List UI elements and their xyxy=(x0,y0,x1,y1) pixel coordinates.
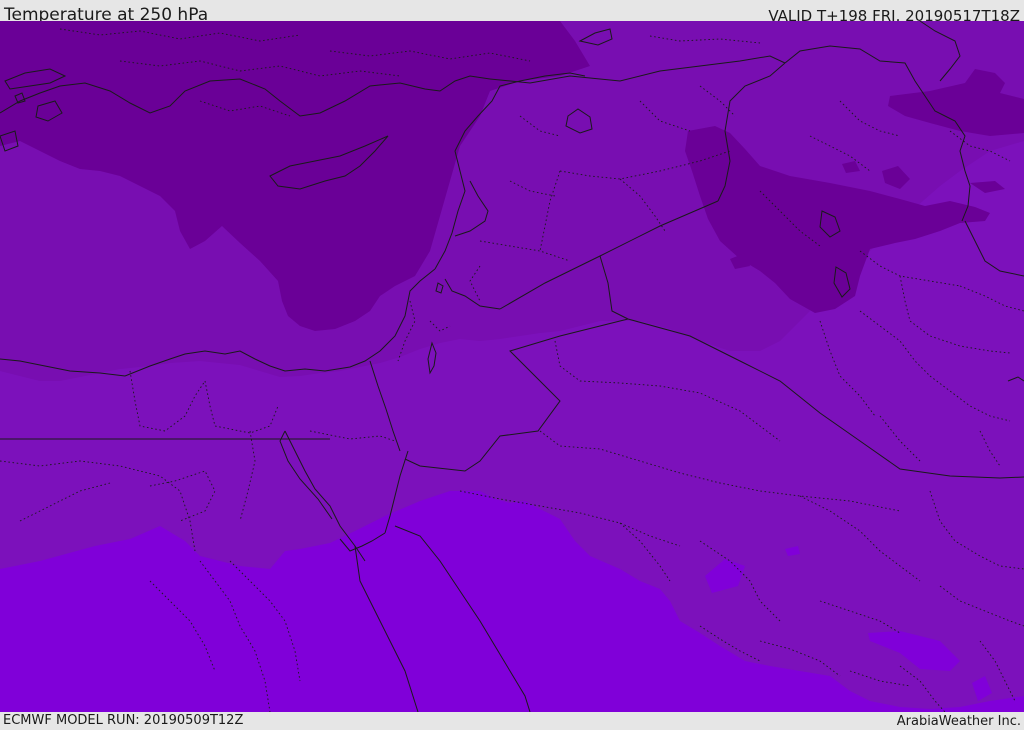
footer-bar: ECMWF MODEL RUN: 20190509T12Z ArabiaWeat… xyxy=(0,712,1024,729)
map-canvas xyxy=(0,21,1024,712)
weather-map[interactable] xyxy=(0,21,1024,712)
credit: ArabiaWeather Inc. xyxy=(896,714,1021,729)
model-run: ECMWF MODEL RUN: 20190509T12Z xyxy=(3,713,244,728)
header-bar: Temperature at 250 hPa VALID T+198 FRI. … xyxy=(0,0,1024,25)
